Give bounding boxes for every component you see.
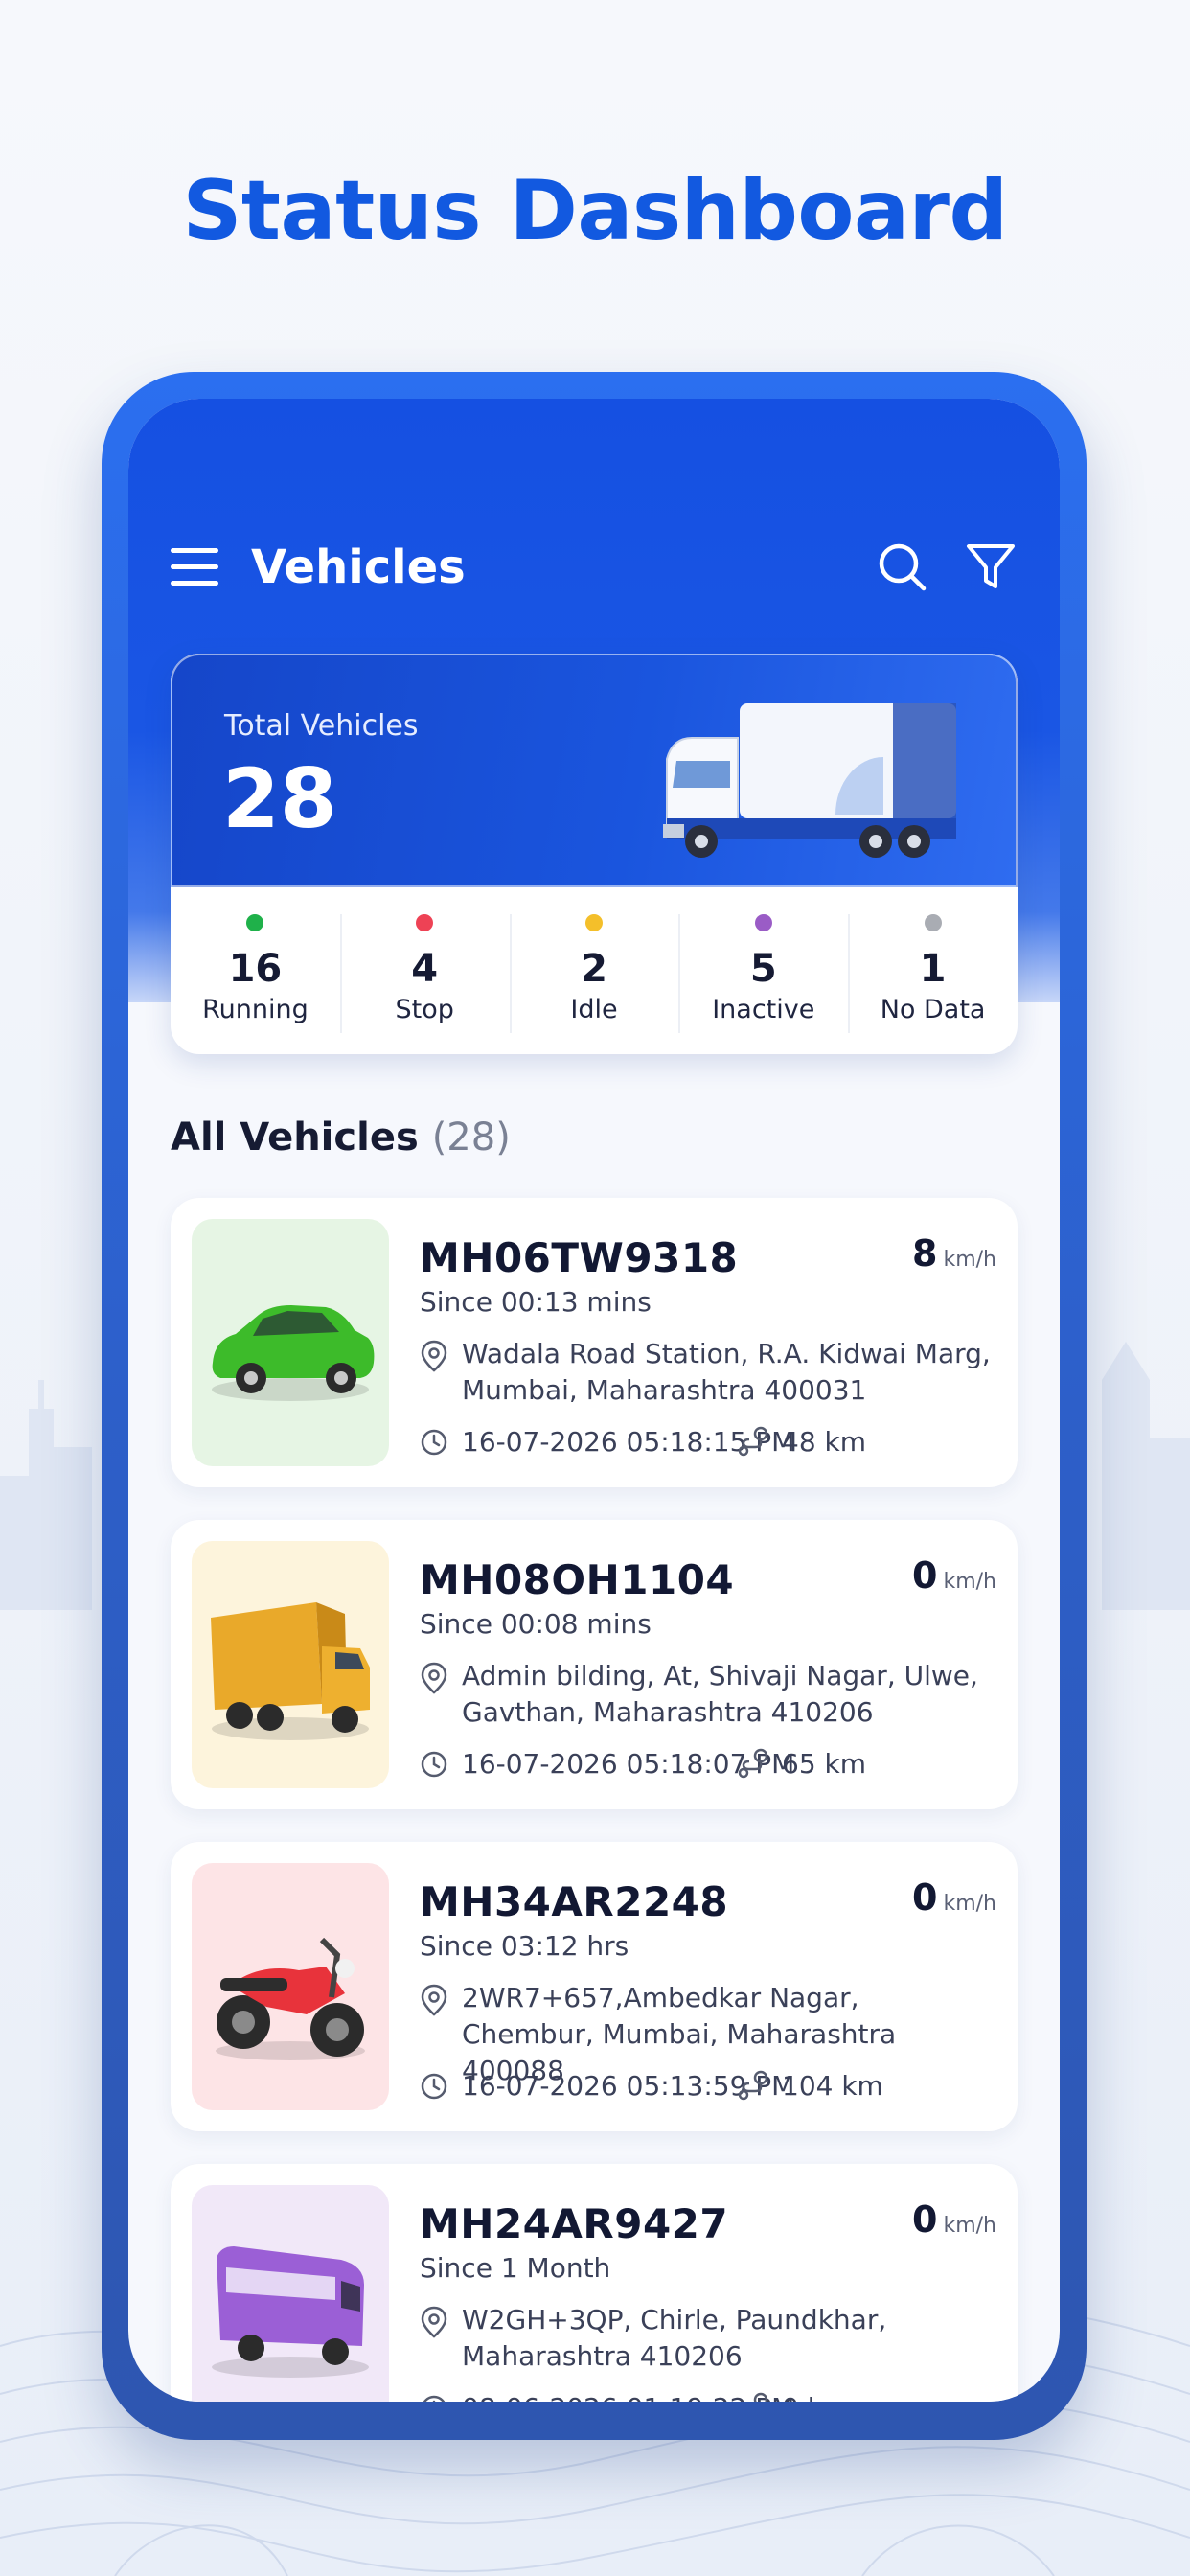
status-dot bbox=[246, 914, 264, 932]
vehicle-card[interactable]: MH34AR2248 Since 03:12 hrs 0 km/h 2WR7+65… bbox=[171, 1842, 1018, 2131]
speed-value: 0 bbox=[912, 1876, 938, 1919]
status-label: Inactive bbox=[712, 995, 815, 1024]
status-dot bbox=[754, 914, 772, 932]
speed-unit: km/h bbox=[943, 1248, 996, 1272]
all-vehicles-title: All Vehicles bbox=[171, 1116, 419, 1160]
vehicle-address: Wadala Road Station, R.A. Kidwai Marg, M… bbox=[462, 1338, 991, 1406]
status-since: Since 00:08 mins bbox=[420, 1608, 652, 1640]
speed-unit: km/h bbox=[943, 2214, 996, 2238]
motorbike-thumbnail bbox=[192, 1863, 389, 2110]
vehicle-card[interactable]: MH06TW9318 Since 00:13 mins 8 km/h Wadala… bbox=[171, 1198, 1018, 1487]
route-icon bbox=[753, 2392, 768, 2402]
clock-icon bbox=[423, 2395, 446, 2402]
status-since: Since 03:12 hrs bbox=[420, 1930, 629, 1962]
status-stat-idle[interactable]: 2 Idle bbox=[509, 887, 679, 1054]
vehicle-speed: 0 km/h bbox=[912, 1876, 996, 1919]
status-count: 16 bbox=[228, 947, 283, 991]
app-bar: Vehicles bbox=[171, 533, 1018, 610]
total-vehicles-count: 28 bbox=[222, 751, 337, 847]
status-label: Idle bbox=[570, 995, 618, 1024]
speed-value: 8 bbox=[912, 1232, 938, 1275]
status-stat-running[interactable]: 16 Running bbox=[171, 887, 340, 1054]
distance-travelled: 65 km bbox=[782, 1748, 867, 1780]
distance-travelled: 0 km bbox=[782, 2392, 849, 2402]
phone-frame: Vehicles Total Vehicles 28 16 Running 4 … bbox=[102, 372, 1087, 2440]
status-stat-inactive[interactable]: 5 Inactive bbox=[678, 887, 848, 1054]
truck-thumbnail bbox=[192, 1541, 389, 1788]
vehicle-summary-card: Total Vehicles 28 16 Running 4 Stop 2 Id… bbox=[171, 654, 1018, 1054]
speed-unit: km/h bbox=[943, 1570, 996, 1594]
status-dot bbox=[584, 914, 603, 932]
status-dot bbox=[416, 914, 434, 932]
status-count: 4 bbox=[411, 947, 439, 991]
location-pin-icon bbox=[421, 1984, 447, 2016]
car-thumbnail bbox=[192, 1219, 389, 1466]
search-icon[interactable] bbox=[876, 540, 929, 594]
route-icon bbox=[738, 1748, 768, 1779]
distance-travelled: 48 km bbox=[782, 1426, 867, 1458]
filter-icon[interactable] bbox=[964, 540, 1018, 594]
vehicle-plate: MH24AR9427 bbox=[420, 2200, 729, 2247]
status-dot bbox=[924, 914, 942, 932]
vehicle-plate: MH06TW9318 bbox=[420, 1234, 739, 1281]
clock-icon bbox=[421, 1429, 447, 1456]
status-label: No Data bbox=[880, 995, 986, 1024]
bus-thumbnail bbox=[192, 2185, 389, 2402]
clock-icon bbox=[421, 1751, 447, 1778]
status-stats-row: 16 Running 4 Stop 2 Idle 5 Inactive 1 No… bbox=[171, 887, 1018, 1054]
app-screen: Vehicles Total Vehicles 28 16 Running 4 … bbox=[128, 399, 1060, 2402]
vehicle-address: Admin bilding, At, Shivaji Nagar, Ulwe, … bbox=[462, 1660, 978, 1728]
vehicle-card[interactable]: MH08OH1104 Since 00:08 mins 0 km/h Admin … bbox=[171, 1520, 1018, 1809]
total-vehicles-label: Total Vehicles bbox=[224, 709, 419, 743]
status-stat-no-data[interactable]: 1 No Data bbox=[848, 887, 1018, 1054]
vehicle-plate: MH08OH1104 bbox=[420, 1556, 735, 1603]
total-vehicles-panel: Total Vehicles 28 bbox=[171, 654, 1018, 887]
page-title: Vehicles bbox=[251, 540, 466, 594]
status-label: Running bbox=[202, 995, 309, 1024]
clock-icon bbox=[421, 2073, 447, 2100]
menu-icon[interactable] bbox=[171, 546, 218, 588]
speed-value: 0 bbox=[912, 2198, 938, 2241]
vehicle-speed: 0 km/h bbox=[912, 2198, 996, 2241]
vehicle-address: W2GH+3QP, Chirle, Paundkhar, Maharashtra… bbox=[462, 2304, 887, 2372]
status-since: Since 00:13 mins bbox=[420, 1286, 652, 1318]
page-headline: Status Dashboard bbox=[182, 163, 1008, 259]
route-icon bbox=[738, 1426, 768, 1457]
all-vehicles-heading: All Vehicles (28) bbox=[171, 1116, 511, 1160]
location-pin-icon bbox=[421, 2306, 447, 2338]
status-count: 1 bbox=[919, 947, 947, 991]
status-since: Since 1 Month bbox=[420, 2252, 611, 2284]
vehicle-list: MH06TW9318 Since 00:13 mins 8 km/h Wadala… bbox=[171, 1198, 1018, 2402]
vehicle-plate: MH34AR2248 bbox=[420, 1878, 729, 1925]
distance-travelled: 104 km bbox=[782, 2070, 883, 2102]
location-pin-icon bbox=[421, 1662, 447, 1694]
status-count: 5 bbox=[749, 947, 777, 991]
route-icon bbox=[738, 2070, 768, 2101]
vehicle-card[interactable]: MH24AR9427 Since 1 Month 0 km/h W2GH+3QP,… bbox=[171, 2164, 1018, 2402]
speed-value: 0 bbox=[912, 1554, 938, 1597]
status-count: 2 bbox=[581, 947, 607, 991]
status-label: Stop bbox=[395, 995, 454, 1024]
location-pin-icon bbox=[421, 1340, 447, 1372]
vehicle-speed: 0 km/h bbox=[912, 1554, 996, 1597]
delivery-truck-illustration bbox=[663, 703, 956, 858]
all-vehicles-count: (28) bbox=[431, 1116, 511, 1160]
vehicle-speed: 8 km/h bbox=[912, 1232, 996, 1275]
status-stat-stop[interactable]: 4 Stop bbox=[339, 887, 510, 1054]
speed-unit: km/h bbox=[943, 1892, 996, 1916]
